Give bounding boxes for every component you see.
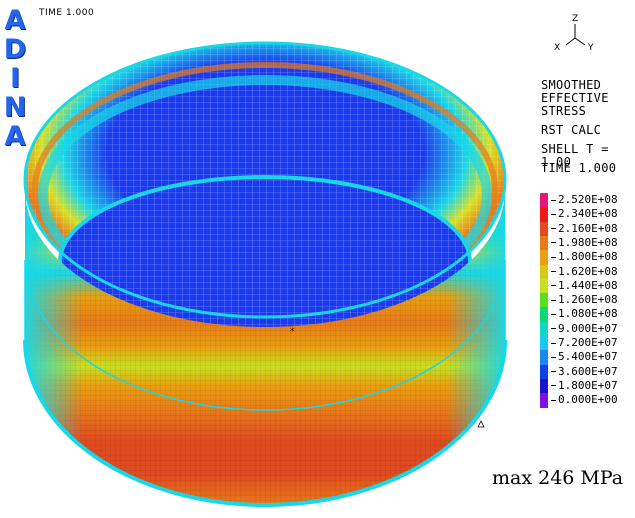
legend-value: 2.520E+08 [551, 193, 618, 207]
legend-swatch [540, 207, 548, 223]
legend-value: 7.200E+07 [551, 336, 618, 350]
legend-swatch [540, 235, 548, 251]
legend-tick [551, 271, 556, 272]
legend-value-text: 2.520E+08 [558, 193, 618, 206]
legend-value: 1.980E+08 [551, 236, 618, 250]
legend-value-text: 9.000E+07 [558, 321, 618, 335]
legend-swatch [540, 293, 548, 308]
legend-swatch [540, 264, 548, 280]
legend-value: 5.400E+07 [551, 350, 618, 364]
legend-value-text: 2.340E+08 [558, 207, 618, 221]
legend-value-text: 2.160E+08 [558, 221, 618, 235]
legend-value: 9.000E+07 [551, 322, 618, 336]
legend-color-bar [540, 193, 548, 408]
legend-swatch [540, 350, 548, 366]
legend-value: 1.620E+08 [551, 265, 618, 279]
legend-value: 1.800E+07 [551, 379, 618, 393]
legend-value: 1.260E+08 [551, 293, 618, 307]
legend-swatch [540, 378, 548, 394]
legend-swatch [540, 364, 548, 380]
max-stress-caption: max 246 MPa [492, 467, 624, 489]
legend-tick [551, 385, 556, 387]
legend-value-text: 1.440E+08 [558, 278, 618, 292]
legend-value-text: 7.200E+07 [558, 336, 618, 349]
legend-swatch [540, 393, 548, 408]
legend-tick [551, 242, 556, 244]
legend-tick [551, 371, 556, 373]
legend-value-text: 1.080E+08 [558, 307, 618, 321]
legend-tick [551, 256, 556, 258]
legend-value: 1.800E+08 [551, 250, 618, 264]
legend-tick [551, 213, 556, 215]
legend-tick [551, 199, 556, 201]
legend-tick [551, 228, 556, 230]
legend-swatch [540, 221, 548, 237]
legend-tick [551, 342, 556, 344]
max-marker [477, 420, 485, 428]
legend-value: 2.340E+08 [551, 207, 618, 221]
legend-value-text: 3.600E+07 [558, 364, 618, 378]
legend-tick [551, 313, 556, 315]
legend-tick [551, 356, 556, 358]
legend-tick [551, 299, 556, 301]
min-marker: * [290, 327, 295, 337]
legend-value: 3.600E+07 [551, 365, 618, 379]
legend-tick [551, 328, 556, 330]
legend-value-text: 1.260E+08 [558, 293, 618, 307]
legend-value-text: 0.000E+00 [558, 393, 618, 407]
legend-value: 1.440E+08 [551, 279, 618, 293]
legend-value: 0.000E+00 [551, 393, 618, 407]
legend-swatch [540, 193, 548, 208]
legend-value-text: 1.980E+08 [558, 235, 618, 249]
legend-value: 1.080E+08 [551, 307, 618, 321]
legend-swatch [540, 278, 548, 294]
legend-tick [551, 399, 556, 401]
legend-swatch [540, 321, 548, 337]
legend-value-text: 1.800E+07 [558, 378, 618, 392]
legend-value: 2.160E+08 [551, 222, 618, 236]
legend-swatch [540, 307, 548, 323]
legend-tick [551, 285, 556, 287]
legend-swatch [540, 336, 548, 351]
legend-value-text: 1.800E+08 [558, 250, 618, 264]
legend-value-text: 1.620E+08 [558, 264, 618, 278]
legend-swatch [540, 250, 548, 265]
legend-value-text: 5.400E+07 [558, 350, 618, 364]
